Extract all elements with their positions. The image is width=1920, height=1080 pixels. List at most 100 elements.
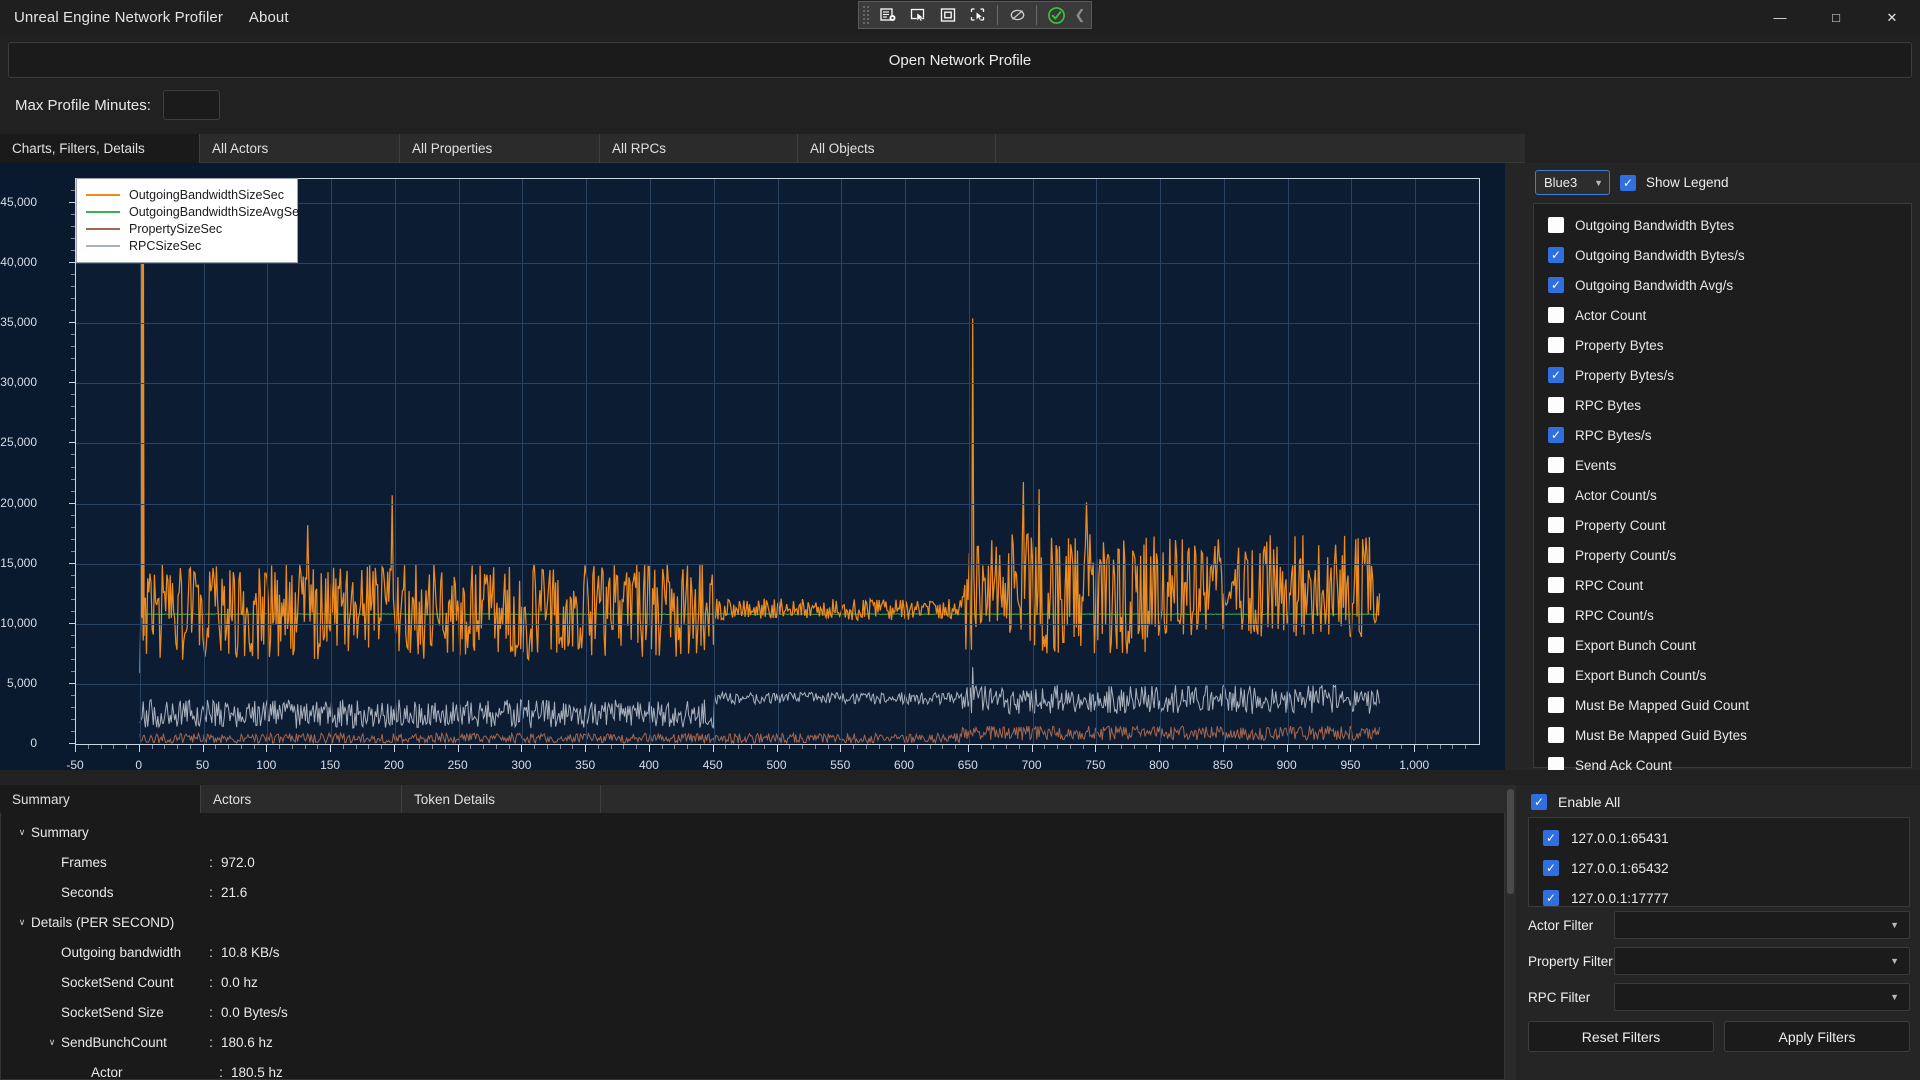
show-legend-label: Show Legend: [1646, 175, 1729, 190]
metric-toggle-outgoing-bandwidth-avg-s[interactable]: ✓ Outgoing Bandwidth Avg/s: [1534, 270, 1911, 300]
metric-toggle-export-bunch-count[interactable]: Export Bunch Count: [1534, 630, 1911, 660]
metric-checkbox[interactable]: [1548, 637, 1564, 653]
metric-toggle-rpc-count-s[interactable]: RPC Count/s: [1534, 600, 1911, 630]
metric-toggle-rpc-bytes-s[interactable]: ✓ RPC Bytes/s: [1534, 420, 1911, 450]
filter-select[interactable]: ▼: [1614, 983, 1910, 1011]
tab-all-properties[interactable]: All Properties: [400, 134, 600, 163]
open-network-profile-button[interactable]: Open Network Profile: [8, 42, 1912, 78]
summary-tree[interactable]: ∨ Summary Frames:972.0 Seconds:21.6 ∨ Details…: [0, 813, 1505, 1080]
summary-key: SocketSend Size: [61, 1004, 164, 1020]
close-button[interactable]: ✕: [1864, 0, 1920, 35]
metric-checkbox[interactable]: [1548, 397, 1564, 413]
x-axis-minor-tick: [1146, 745, 1148, 749]
summary-scrollbar[interactable]: [1505, 785, 1516, 1080]
metric-toggle-outgoing-bandwidth-bytes[interactable]: Outgoing Bandwidth Bytes: [1534, 210, 1911, 240]
metric-toggle-export-bunch-count-s[interactable]: Export Bunch Count/s: [1534, 660, 1911, 690]
metric-checkbox[interactable]: [1548, 697, 1564, 713]
summary-row[interactable]: ∨ SendBunchCount:180.6 hz: [1, 1027, 1504, 1057]
metric-toggle-rpc-count[interactable]: RPC Count: [1534, 570, 1911, 600]
connection-item[interactable]: ✓ 127.0.0.1:65432: [1529, 853, 1909, 883]
reset-filters-button[interactable]: Reset Filters: [1528, 1021, 1714, 1052]
metric-toggle-property-bytes[interactable]: Property Bytes: [1534, 330, 1911, 360]
expand-caret-icon[interactable]: ∨: [15, 827, 29, 838]
summary-row[interactable]: Seconds:21.6: [1, 877, 1504, 907]
metric-label: Export Bunch Count/s: [1575, 667, 1707, 683]
metric-label: RPC Count: [1575, 577, 1644, 593]
enable-all-checkbox[interactable]: ✓: [1531, 794, 1547, 810]
menu-item-about[interactable]: About: [249, 9, 289, 26]
scrollbar-thumb[interactable]: [1507, 789, 1514, 894]
summary-row[interactable]: Outgoing bandwidth:10.8 KB/s: [1, 937, 1504, 967]
summary-row[interactable]: Actor:180.5 hz: [1, 1057, 1504, 1080]
chart-plot-area[interactable]: [75, 178, 1480, 745]
metric-checkbox[interactable]: [1548, 577, 1564, 593]
metric-toggle-outgoing-bandwidth-bytes-s[interactable]: ✓ Outgoing Bandwidth Bytes/s: [1534, 240, 1911, 270]
expand-caret-icon[interactable]: ∨: [45, 1037, 59, 1048]
metric-toggle-must-be-mapped-guid-count[interactable]: Must Be Mapped Guid Count: [1534, 690, 1911, 720]
summary-row[interactable]: Frames:972.0: [1, 847, 1504, 877]
metric-checkbox[interactable]: ✓: [1548, 277, 1564, 293]
connection-checkbox[interactable]: ✓: [1543, 890, 1559, 906]
metric-checkbox[interactable]: [1548, 667, 1564, 683]
metric-toggle-actor-count[interactable]: Actor Count: [1534, 300, 1911, 330]
metric-checkbox[interactable]: [1548, 307, 1564, 323]
tab-actors[interactable]: Actors: [201, 785, 402, 813]
metric-checkbox[interactable]: ✓: [1548, 427, 1564, 443]
disabled-icon[interactable]: [1003, 3, 1031, 27]
grid-line-v: [1415, 179, 1417, 744]
connection-checkbox[interactable]: ✓: [1543, 860, 1559, 876]
connection-checkbox[interactable]: ✓: [1543, 830, 1559, 846]
metric-checkbox[interactable]: [1548, 457, 1564, 473]
collapse-chevron-icon[interactable]: ❮: [1072, 3, 1088, 27]
filter-select[interactable]: ▼: [1614, 947, 1910, 975]
minimize-button[interactable]: —: [1752, 0, 1808, 35]
legend-swatch: [86, 227, 120, 230]
cursor-icon[interactable]: [904, 3, 932, 27]
connection-item[interactable]: ✓ 127.0.0.1:65431: [1529, 823, 1909, 853]
grid-line-v: [777, 179, 779, 744]
toolbar-grip[interactable]: [862, 5, 871, 25]
metric-toggle-events[interactable]: Events: [1534, 450, 1911, 480]
metric-toggle-property-count-s[interactable]: Property Count/s: [1534, 540, 1911, 570]
menu-bar: Unreal Engine Network Profiler About: [0, 9, 289, 26]
metric-checkbox[interactable]: [1548, 607, 1564, 623]
metric-checkbox[interactable]: [1548, 547, 1564, 563]
tab-charts-filters-details[interactable]: Charts, Filters, Details: [0, 134, 200, 163]
metric-toggle-rpc-bytes[interactable]: RPC Bytes: [1534, 390, 1911, 420]
enable-all-row[interactable]: ✓ Enable All: [1516, 785, 1920, 817]
tab-all-objects[interactable]: All Objects: [798, 134, 996, 163]
maximize-button[interactable]: □: [1808, 0, 1864, 35]
metric-checkbox[interactable]: [1548, 487, 1564, 503]
select-window-icon[interactable]: [874, 3, 902, 27]
pick-element-icon[interactable]: [964, 3, 992, 27]
tab-all-rpcs[interactable]: All RPCs: [600, 134, 798, 163]
summary-row[interactable]: SocketSend Size:0.0 Bytes/s: [1, 997, 1504, 1027]
metric-checkbox[interactable]: [1548, 337, 1564, 353]
filter-select[interactable]: ▼: [1614, 911, 1910, 939]
x-axis-minor-tick: [228, 745, 230, 749]
metric-toggle-property-count[interactable]: Property Count: [1534, 510, 1911, 540]
tab-summary[interactable]: Summary: [0, 785, 201, 813]
metric-checkbox[interactable]: [1548, 217, 1564, 233]
metric-checkbox[interactable]: [1548, 517, 1564, 533]
tab-all-actors[interactable]: All Actors: [200, 134, 400, 163]
metric-toggle-actor-count-s[interactable]: Actor Count/s: [1534, 480, 1911, 510]
check-circle-icon[interactable]: [1042, 3, 1070, 27]
x-axis-minor-tick: [597, 745, 599, 749]
apply-filters-button[interactable]: Apply Filters: [1724, 1021, 1910, 1052]
show-legend-checkbox[interactable]: ✓: [1620, 174, 1636, 191]
highlight-box-icon[interactable]: [934, 3, 962, 27]
x-axis-minor-tick: [1018, 745, 1020, 749]
summary-row[interactable]: SocketSend Count:0.0 hz: [1, 967, 1504, 997]
max-profile-minutes-input[interactable]: [162, 90, 220, 120]
metric-toggle-property-bytes-s[interactable]: ✓ Property Bytes/s: [1534, 360, 1911, 390]
tab-token-details[interactable]: Token Details: [402, 785, 601, 813]
expand-caret-icon[interactable]: ∨: [15, 917, 29, 928]
summary-row[interactable]: ∨ Summary: [1, 817, 1504, 847]
summary-row[interactable]: ∨ Details (PER SECOND): [1, 907, 1504, 937]
metric-checkbox[interactable]: ✓: [1548, 247, 1564, 263]
theme-select[interactable]: Blue3 ▼: [1535, 170, 1610, 195]
metric-toggle-must-be-mapped-guid-bytes[interactable]: Must Be Mapped Guid Bytes: [1534, 720, 1911, 750]
metric-checkbox[interactable]: ✓: [1548, 367, 1564, 383]
metric-checkbox[interactable]: [1548, 727, 1564, 743]
